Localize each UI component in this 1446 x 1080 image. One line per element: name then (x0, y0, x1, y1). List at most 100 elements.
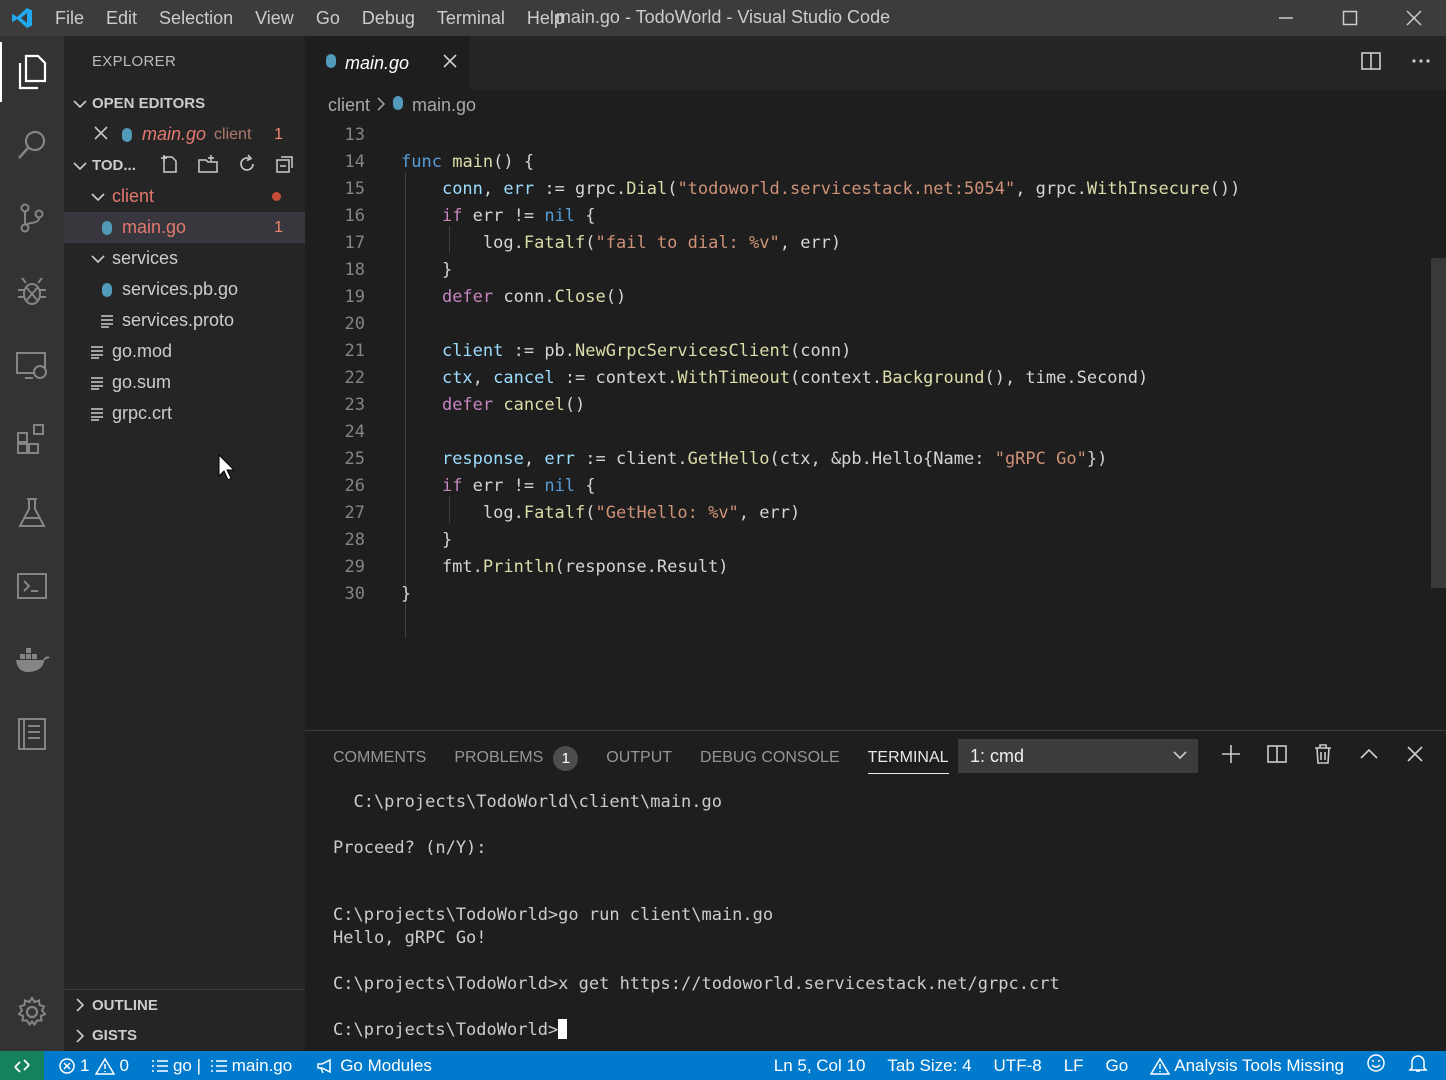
line-ending[interactable]: LF (1064, 1056, 1084, 1076)
menu-help[interactable]: Help (516, 0, 575, 36)
terminal-line: Proceed? (n/Y): (333, 838, 487, 858)
code-line: 26 if err != nil { (344, 476, 596, 496)
editor-scroll-thumb[interactable] (1431, 258, 1446, 588)
breadcrumb-folder[interactable]: client (328, 95, 370, 116)
tab-main-go[interactable]: main.go (305, 36, 470, 90)
file-label: main.go (231, 1055, 293, 1075)
outline-section[interactable]: OUTLINE (64, 989, 305, 1020)
error-icon (59, 1057, 75, 1074)
tab-debug-console[interactable]: DEBUG CONSOLE (700, 749, 840, 767)
code-line: 29 fmt.Println(response.Result) (344, 557, 729, 577)
code-editor[interactable]: 13 14 func main() { 15 conn, err := grpc.… (305, 120, 1435, 730)
split-terminal-icon[interactable] (1266, 743, 1288, 770)
menu-go[interactable]: Go (305, 0, 351, 36)
tab-size[interactable]: Tab Size: 4 (887, 1056, 971, 1076)
go-file-icon (98, 219, 116, 237)
tree-item-grpc-crt[interactable]: grpc.crt (64, 398, 305, 429)
chevron-down-icon (88, 254, 108, 264)
search-icon[interactable] (0, 115, 64, 175)
error-count: 1 (80, 1055, 90, 1075)
new-file-icon[interactable] (159, 154, 179, 178)
window-controls (1254, 0, 1446, 36)
collapse-all-icon[interactable] (275, 154, 295, 178)
more-actions-icon[interactable] (1410, 50, 1432, 77)
terminal-view-icon[interactable] (0, 556, 64, 616)
source-control-icon[interactable] (0, 188, 64, 248)
docker-icon[interactable] (0, 630, 64, 690)
close-icon[interactable] (94, 124, 108, 145)
chevron-right-icon (70, 998, 90, 1012)
code-line: 20 (344, 314, 365, 334)
open-editors-section[interactable]: OPEN EDITORS (64, 88, 305, 119)
minimize-button[interactable] (1254, 0, 1318, 36)
menu-selection[interactable]: Selection (148, 0, 244, 36)
extensions-icon[interactable] (0, 409, 64, 469)
trash-icon[interactable] (1312, 743, 1334, 770)
notebook-icon[interactable] (0, 704, 64, 764)
text-file-icon (88, 345, 106, 359)
menu-terminal[interactable]: Terminal (426, 0, 516, 36)
close-tab-icon[interactable] (443, 53, 457, 73)
terminal-select-value: 1: cmd (970, 745, 1025, 766)
cursor-position[interactable]: Ln 5, Col 10 (774, 1056, 866, 1076)
maximize-button[interactable] (1318, 0, 1382, 36)
go-file-icon (392, 94, 404, 117)
problems-status[interactable]: 1 0 (58, 1056, 129, 1076)
tree-item-services-proto[interactable]: services.proto (64, 305, 305, 336)
terminal-select[interactable]: 1: cmd (958, 739, 1198, 773)
code-line: 27 log.Fatalf("GetHello: %v", err) (344, 503, 801, 523)
go-status[interactable]: go | main.go (151, 1056, 292, 1076)
new-folder-icon[interactable] (197, 154, 219, 178)
analysis-tools-status[interactable]: Analysis Tools Missing (1150, 1056, 1344, 1076)
code-line: 22 ctx, cancel := context.WithTimeout(co… (344, 368, 1149, 388)
activity-bar (0, 36, 64, 1051)
menu-view[interactable]: View (244, 0, 305, 36)
split-editor-icon[interactable] (1360, 50, 1382, 77)
tree-item-services[interactable]: services (64, 243, 305, 274)
tree-item-main-go[interactable]: main.go 1 (64, 212, 305, 243)
text-file-icon (88, 407, 106, 421)
tree-item-go-mod[interactable]: go.mod (64, 336, 305, 367)
tab-comments[interactable]: COMMENTS (333, 749, 426, 767)
maximize-panel-icon[interactable] (1358, 743, 1380, 770)
testing-flask-icon[interactable] (0, 483, 64, 543)
explorer-icon[interactable] (0, 42, 64, 102)
go-modules-status[interactable]: Go Modules (316, 1056, 432, 1076)
tab-output[interactable]: OUTPUT (606, 749, 672, 767)
terminal-output[interactable]: C:\projects\TodoWorld\client\main.go Proc… (333, 791, 1060, 1042)
menu-edit[interactable]: Edit (95, 0, 148, 36)
encoding[interactable]: UTF-8 (994, 1056, 1042, 1076)
terminal-prompt-line: C:\projects\TodoWorld> (333, 1019, 1060, 1042)
warning-icon (95, 1057, 116, 1075)
remote-indicator-icon[interactable] (0, 1051, 44, 1080)
breadcrumb-file[interactable]: main.go (412, 95, 476, 116)
language-mode[interactable]: Go (1106, 1056, 1129, 1076)
tree-item-client[interactable]: client (64, 181, 305, 212)
terminal-prompt: C:\projects\TodoWorld> (333, 1020, 559, 1040)
tree-item-services-pb-go[interactable]: services.pb.go (64, 274, 305, 305)
tab-terminal[interactable]: TERMINAL (867, 749, 949, 774)
megaphone-icon (317, 1058, 331, 1073)
tab-problems[interactable]: PROBLEMS 1 (454, 745, 579, 771)
refresh-icon[interactable] (237, 153, 257, 178)
sidebar-bottom-sections: OUTLINE GISTS (64, 989, 305, 1051)
open-editor-item[interactable]: main.go client 1 (64, 119, 305, 150)
new-terminal-icon[interactable] (1220, 743, 1242, 770)
gists-section[interactable]: GISTS (64, 1020, 305, 1051)
tree-label: client (112, 186, 155, 206)
menu-file[interactable]: File (44, 0, 95, 36)
go-modules-label: Go Modules (340, 1055, 432, 1075)
menu-debug[interactable]: Debug (351, 0, 426, 36)
tree-item-go-sum[interactable]: go.sum (64, 367, 305, 398)
settings-gear-icon[interactable] (0, 982, 64, 1042)
debug-icon[interactable] (0, 262, 64, 322)
remote-explorer-icon[interactable] (0, 336, 64, 396)
notifications-bell-icon[interactable] (1408, 1053, 1428, 1078)
workspace-section[interactable]: TOD... (64, 150, 305, 181)
feedback-smiley-icon[interactable] (1366, 1053, 1386, 1078)
code-line: 13 (344, 125, 365, 145)
breadcrumb: client main.go (305, 90, 1446, 120)
close-panel-icon[interactable] (1404, 743, 1426, 770)
open-editor-filename: main.go (142, 124, 207, 144)
close-window-button[interactable] (1382, 0, 1446, 36)
